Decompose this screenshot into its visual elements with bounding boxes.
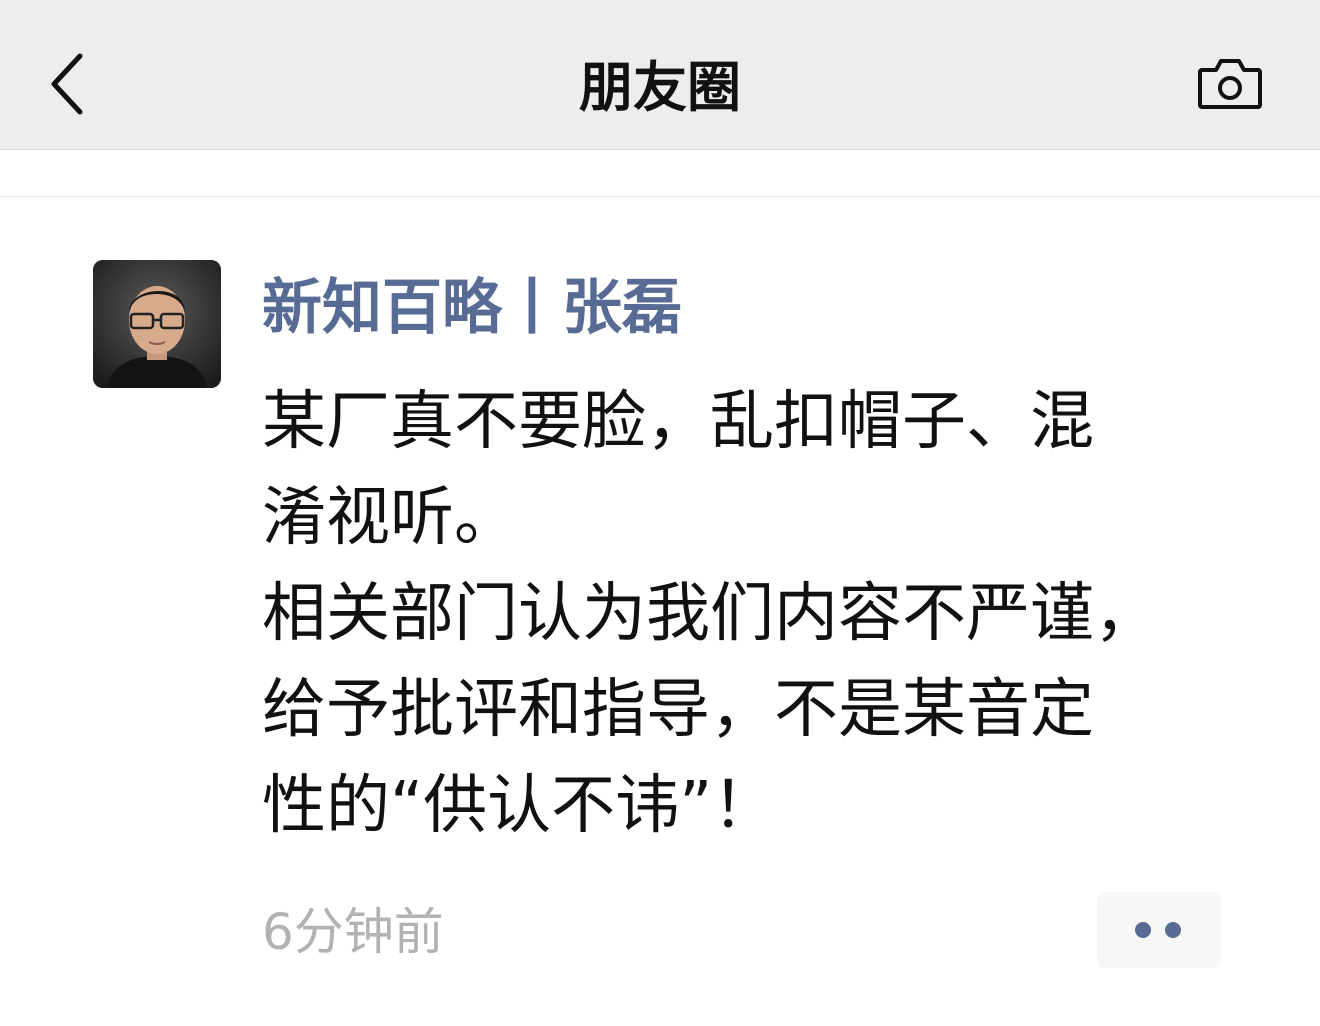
chevron-left-icon xyxy=(51,53,83,115)
page-title: 朋友圈 xyxy=(579,56,741,119)
avatar[interactable] xyxy=(93,260,221,388)
back-button[interactable] xyxy=(40,50,100,118)
post-text: 某厂真不要脸，乱扣帽子、混 淆视听。 相关部门认为我们内容不严谨， 给予批评和指… xyxy=(262,385,1158,843)
more-dots-icon xyxy=(1165,922,1181,938)
camera-button[interactable] xyxy=(1196,56,1264,112)
top-nav-bar: 朋友圈 xyxy=(0,0,1320,150)
avatar-photo xyxy=(93,260,221,388)
more-actions-button[interactable] xyxy=(1097,892,1221,968)
camera-icon xyxy=(1198,59,1262,109)
more-dots-icon xyxy=(1135,922,1151,938)
author-name-link[interactable]: 新知百略丨张磊 xyxy=(262,268,682,348)
post-timestamp: 6分钟前 xyxy=(262,903,444,961)
divider xyxy=(0,196,1320,197)
